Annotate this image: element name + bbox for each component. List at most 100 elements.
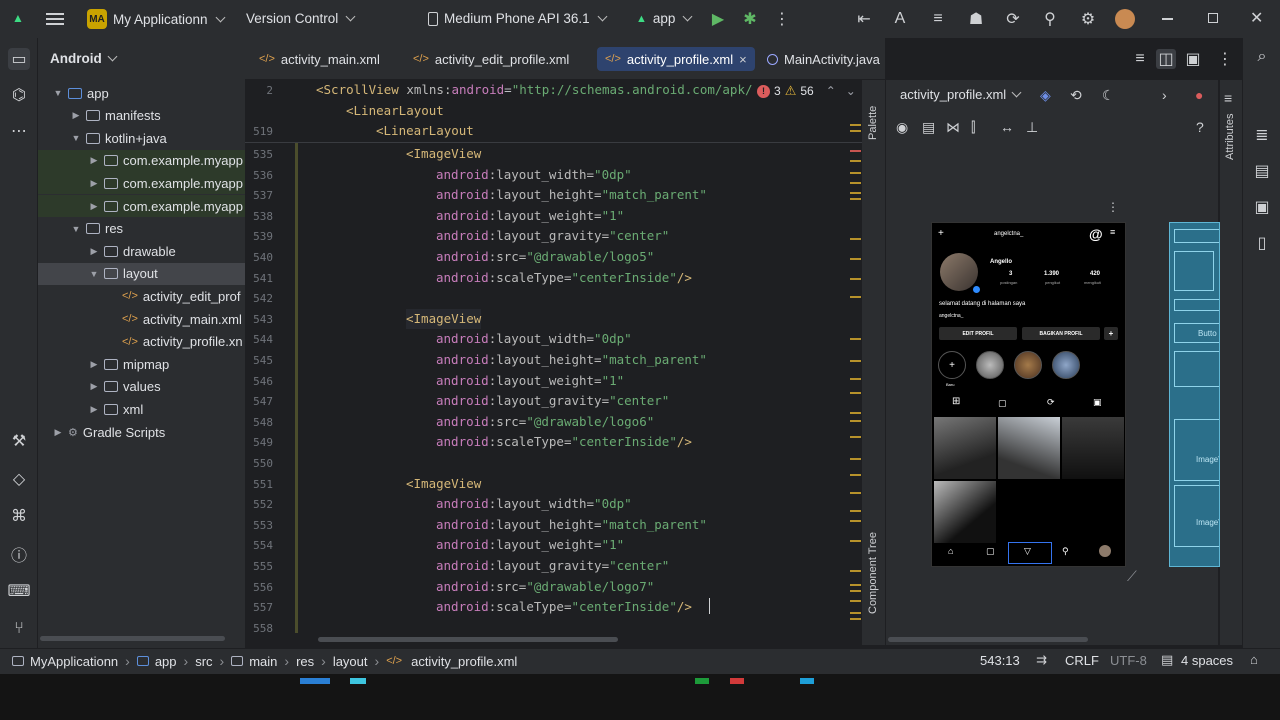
help-icon[interactable]: ? (1196, 119, 1204, 135)
palette-tab[interactable]: Palette (867, 106, 879, 140)
error-stripe-mark[interactable] (850, 124, 861, 126)
attributes-tab[interactable]: Attributes (1224, 114, 1236, 160)
chevron-right-icon[interactable]: ▶ (88, 404, 100, 415)
blueprint-preview[interactable]: Butto ImageView ImageView (1169, 222, 1220, 567)
constraints-icon[interactable]: ⋈ (946, 119, 960, 136)
editor-error-stripe[interactable] (848, 120, 862, 635)
tree-item[interactable]: </> activity_main.xml (38, 308, 245, 330)
code-line[interactable]: android:layout_weight="1" (436, 371, 624, 391)
night-mode-icon[interactable]: ☾ (1102, 87, 1115, 104)
breadcrumb-item[interactable]: main (231, 654, 277, 669)
chevron-right-icon[interactable]: ▶ (88, 201, 100, 212)
taskbar-app-icon[interactable] (300, 678, 330, 684)
error-stripe-mark[interactable] (850, 612, 861, 614)
emulator-icon[interactable]: ▯ (1251, 232, 1273, 254)
error-stripe-mark[interactable] (850, 130, 861, 132)
sdk-manager-icon[interactable]: ⇤ (854, 9, 874, 29)
minimize-icon[interactable] (1162, 18, 1173, 20)
indent-setting[interactable]: 4 spaces (1181, 653, 1233, 668)
tree-item[interactable]: </> activity_profile.xn (38, 331, 245, 353)
baseline-icon[interactable]: ⊥ (1026, 119, 1038, 136)
line-separator[interactable]: CRLF (1065, 653, 1099, 668)
gem-icon[interactable]: ◇ (8, 468, 30, 490)
project-structure-icon[interactable]: ≡ (928, 9, 948, 29)
settings-gear-icon[interactable]: ⚙ (1078, 9, 1098, 29)
error-stripe-mark[interactable] (850, 160, 861, 162)
breadcrumb-item[interactable]: </> activity_profile.xml (386, 654, 517, 669)
tab-options-icon[interactable]: ⋮ (1215, 49, 1235, 69)
more-options-icon[interactable]: ⋮ (772, 9, 792, 29)
error-stripe-mark[interactable] (850, 182, 861, 184)
code-line[interactable]: android:layout_gravity="center" (436, 556, 669, 576)
code-line[interactable]: <ImageView (406, 308, 482, 329)
chevron-down-icon[interactable]: ⌄ (846, 84, 856, 98)
code-editor[interactable]: 2 <ScrollView xmlns:android="http://schem… (245, 80, 865, 645)
avatar[interactable] (1115, 9, 1135, 29)
chevron-right-icon[interactable]: ▶ (70, 110, 82, 121)
code-line[interactable]: android:layout_weight="1" (436, 206, 624, 226)
tab-activity-edit-profile-xml[interactable]: </> activity_edit_profile.xml (405, 47, 577, 71)
code-line[interactable]: android:layout_weight="1" (436, 535, 624, 555)
chevron-right-icon[interactable]: ▶ (52, 427, 64, 438)
error-stripe-mark[interactable] (850, 198, 861, 200)
git-icon[interactable]: ⑂ (8, 618, 30, 640)
close-icon[interactable]: ✕ (1250, 8, 1263, 28)
error-stripe-mark[interactable] (850, 570, 861, 572)
problems-icon[interactable]: ⓘ (8, 543, 30, 565)
code-line[interactable]: android:src="@drawable/logo6" (436, 412, 654, 432)
breadcrumb-item[interactable]: layout (333, 654, 368, 669)
project-selector[interactable]: MA My Applicationn (87, 9, 226, 29)
code-line[interactable]: android:scaleType="centerInside"/> (436, 432, 692, 452)
error-stripe-mark[interactable] (850, 172, 861, 174)
tab-activity-main-xml[interactable]: </> activity_main.xml (251, 47, 388, 71)
tree-item[interactable]: ▶ mipmap (38, 353, 245, 375)
error-stripe-mark[interactable] (850, 150, 861, 152)
error-stripe-mark[interactable] (850, 510, 861, 512)
attributes-icon[interactable]: ≡ (1224, 90, 1232, 106)
code-line[interactable]: android:layout_width="0dp" (436, 494, 632, 514)
close-tab-icon[interactable]: × (739, 52, 747, 67)
tab-mainactivity-java[interactable]: MainActivity.java (759, 47, 888, 71)
more-tools-icon[interactable]: ⋯ (8, 120, 30, 142)
chevron-right-icon[interactable]: ▶ (88, 246, 100, 257)
breadcrumb-item[interactable]: res (296, 654, 314, 669)
error-stripe-mark[interactable] (850, 258, 861, 260)
run-config-selector[interactable]: ▲ app (636, 11, 693, 26)
code-line[interactable]: android:src="@drawable/logo7" (436, 577, 654, 597)
error-stripe-mark[interactable] (850, 492, 861, 494)
breadcrumb-item[interactable]: app (136, 654, 177, 669)
split-view-icon[interactable]: ◫ (1156, 49, 1176, 69)
code-line[interactable]: android:scaleType="centerInside"/> (436, 268, 692, 288)
error-stripe-mark[interactable] (850, 540, 861, 542)
error-stripe-mark[interactable] (850, 474, 861, 476)
tree-horizontal-scrollbar[interactable] (40, 636, 225, 641)
tab-activity-profile-xml[interactable]: </> activity_profile.xml × (597, 47, 755, 71)
inspection-widget[interactable]: ! 3 ⚠ 56 ⌃ ⌄ (757, 83, 856, 99)
code-line[interactable]: android:layout_gravity="center" (436, 226, 669, 246)
error-badge-icon[interactable]: ● (1195, 87, 1203, 103)
tree-item[interactable]: ▶ com.example.myapp (38, 195, 245, 217)
tree-item[interactable]: ▶ drawable (38, 240, 245, 262)
main-menu-icon[interactable] (46, 10, 64, 28)
code-line[interactable]: android:layout_height="match_parent" (436, 185, 707, 205)
taskbar-app-icon[interactable] (695, 678, 709, 684)
code-line[interactable]: android:layout_width="0dp" (436, 329, 632, 349)
error-stripe-mark[interactable] (850, 338, 861, 340)
code-line[interactable]: <LinearLayout (346, 101, 444, 121)
chevron-down-icon[interactable]: ▼ (52, 88, 64, 98)
notifications-icon[interactable]: ⌕ (1251, 46, 1273, 68)
chevron-down-icon[interactable]: ▼ (70, 224, 82, 234)
code-line[interactable]: android:layout_width="0dp" (436, 165, 632, 185)
horizontal-expand-icon[interactable]: ↔ (1000, 119, 1014, 135)
sync-icon[interactable]: ⟳ (1003, 9, 1023, 29)
chevron-right-icon[interactable]: ▶ (88, 178, 100, 189)
tree-item[interactable]: ▼ layout (38, 262, 245, 285)
build-icon[interactable]: ⚒ (8, 430, 30, 452)
chevron-right-icon[interactable]: › (1162, 87, 1167, 103)
file-encoding[interactable]: UTF-8 (1110, 653, 1147, 668)
tree-item[interactable]: ▶ xml (38, 398, 245, 420)
component-tree-tab[interactable]: Component Tree (867, 532, 879, 614)
design-horizontal-scrollbar[interactable] (888, 637, 1088, 642)
tree-item[interactable]: ▶ ⚙ Gradle Scripts (38, 421, 245, 443)
restore-icon[interactable] (1208, 13, 1218, 23)
